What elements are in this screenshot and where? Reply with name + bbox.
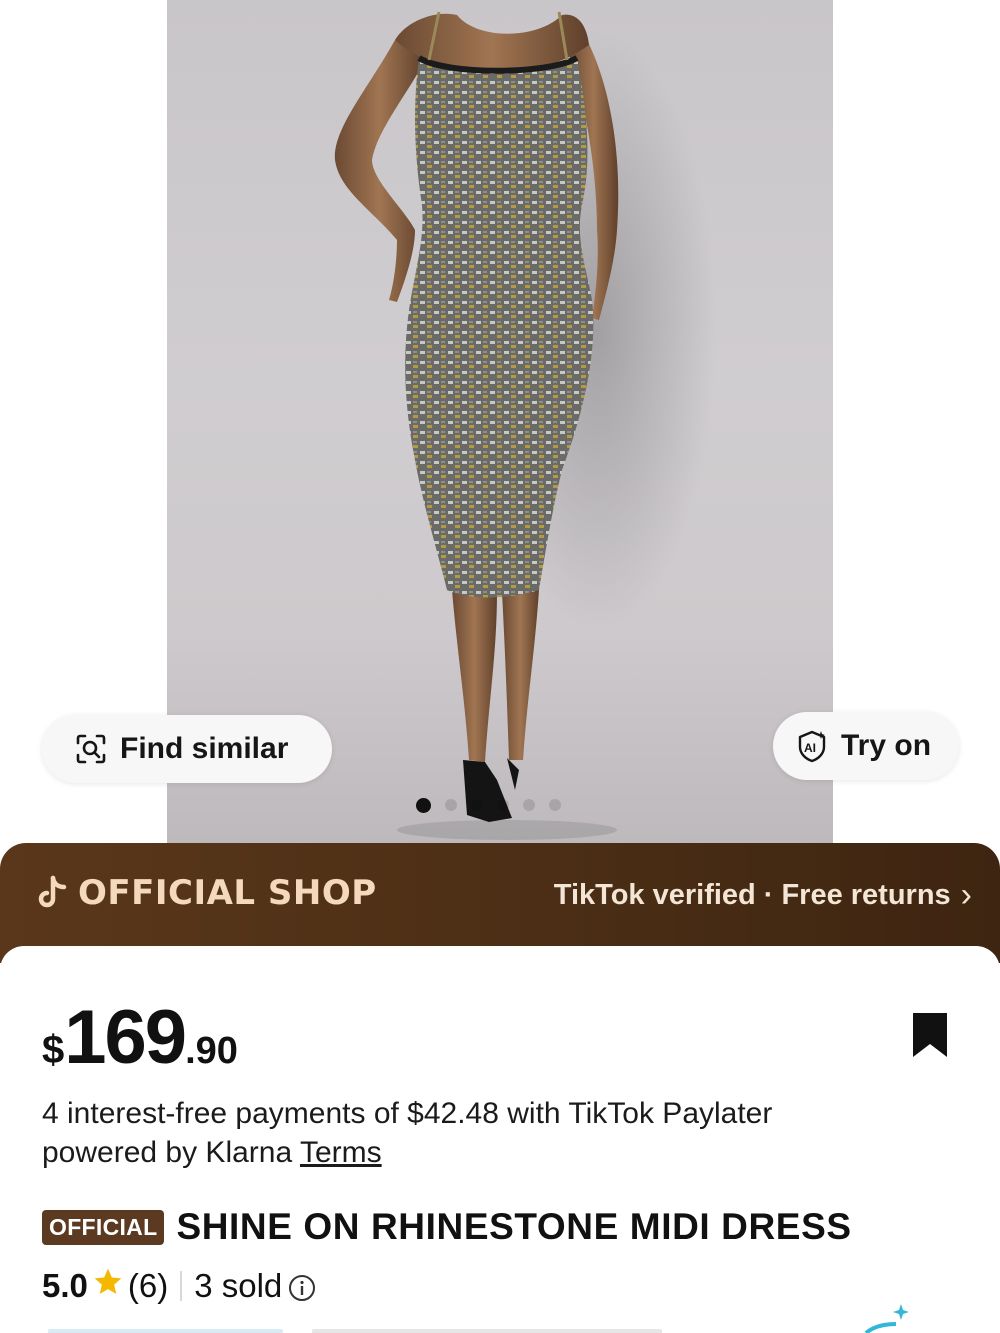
chevron-right-icon: ›	[960, 876, 972, 914]
review-count[interactable]: (6)	[128, 1267, 168, 1305]
product-gallery[interactable]: Find similar AI Try on	[0, 0, 1000, 845]
product-price: $ 169 .90	[42, 1000, 238, 1076]
find-similar-label: Find similar	[120, 732, 289, 765]
bookmark-icon[interactable]	[910, 1010, 950, 1060]
sold-count: 3 sold	[194, 1267, 283, 1304]
image-search-icon	[74, 732, 108, 766]
rating-row[interactable]: 5.0 (6) 3 sold	[42, 1266, 316, 1306]
price-currency: $	[42, 1028, 65, 1072]
gallery-pagination[interactable]	[416, 797, 561, 813]
star-icon	[92, 1266, 124, 1306]
ai-badge-text: AI	[804, 741, 816, 755]
pagination-dot[interactable]	[523, 799, 535, 811]
terms-link[interactable]: Terms	[300, 1136, 382, 1169]
find-similar-button[interactable]: Find similar	[42, 715, 332, 783]
pagination-dot[interactable]	[471, 799, 483, 811]
product-title: SHINE ON RHINESTONE MIDI DRESS	[176, 1206, 852, 1247]
ai-assistant-icon[interactable]	[856, 1298, 946, 1333]
price-decimal: .90	[185, 1030, 238, 1072]
product-title-row: OFFICIAL SHINE ON RHINESTONE MIDI DRESS	[42, 1206, 852, 1248]
official-badge: OFFICIAL	[42, 1209, 165, 1245]
paylater-info: 4 interest-free payments of $42.48 with …	[42, 1094, 922, 1172]
price-integer: 169	[64, 995, 187, 1080]
paylater-line-2: powered by Klarna	[42, 1136, 300, 1169]
tiktok-logo-icon	[36, 875, 68, 911]
rating-score: 5.0	[42, 1267, 88, 1304]
separator-dot: ·	[763, 879, 774, 911]
info-icon[interactable]	[288, 1272, 316, 1301]
divider	[180, 1271, 183, 1301]
pagination-dot-active[interactable]	[416, 797, 431, 813]
pagination-dot[interactable]	[497, 799, 509, 811]
official-shop-banner[interactable]: OFFICIAL SHOP TikTok verified · Free ret…	[0, 843, 1000, 963]
pagination-dot[interactable]	[445, 799, 457, 811]
try-on-button[interactable]: AI Try on	[773, 712, 959, 780]
ai-sparkle-icon: AI	[795, 729, 829, 763]
chip-peek	[48, 1329, 283, 1333]
paylater-line-1: 4 interest-free payments of $42.48 with …	[42, 1097, 773, 1130]
free-returns-label: Free returns	[781, 879, 951, 911]
official-shop-label: OFFICIAL SHOP	[78, 873, 377, 913]
tiktok-verified-label: TikTok verified	[553, 879, 756, 911]
try-on-label: Try on	[841, 729, 932, 762]
pagination-dot[interactable]	[549, 799, 561, 811]
chip-peek	[312, 1329, 662, 1333]
